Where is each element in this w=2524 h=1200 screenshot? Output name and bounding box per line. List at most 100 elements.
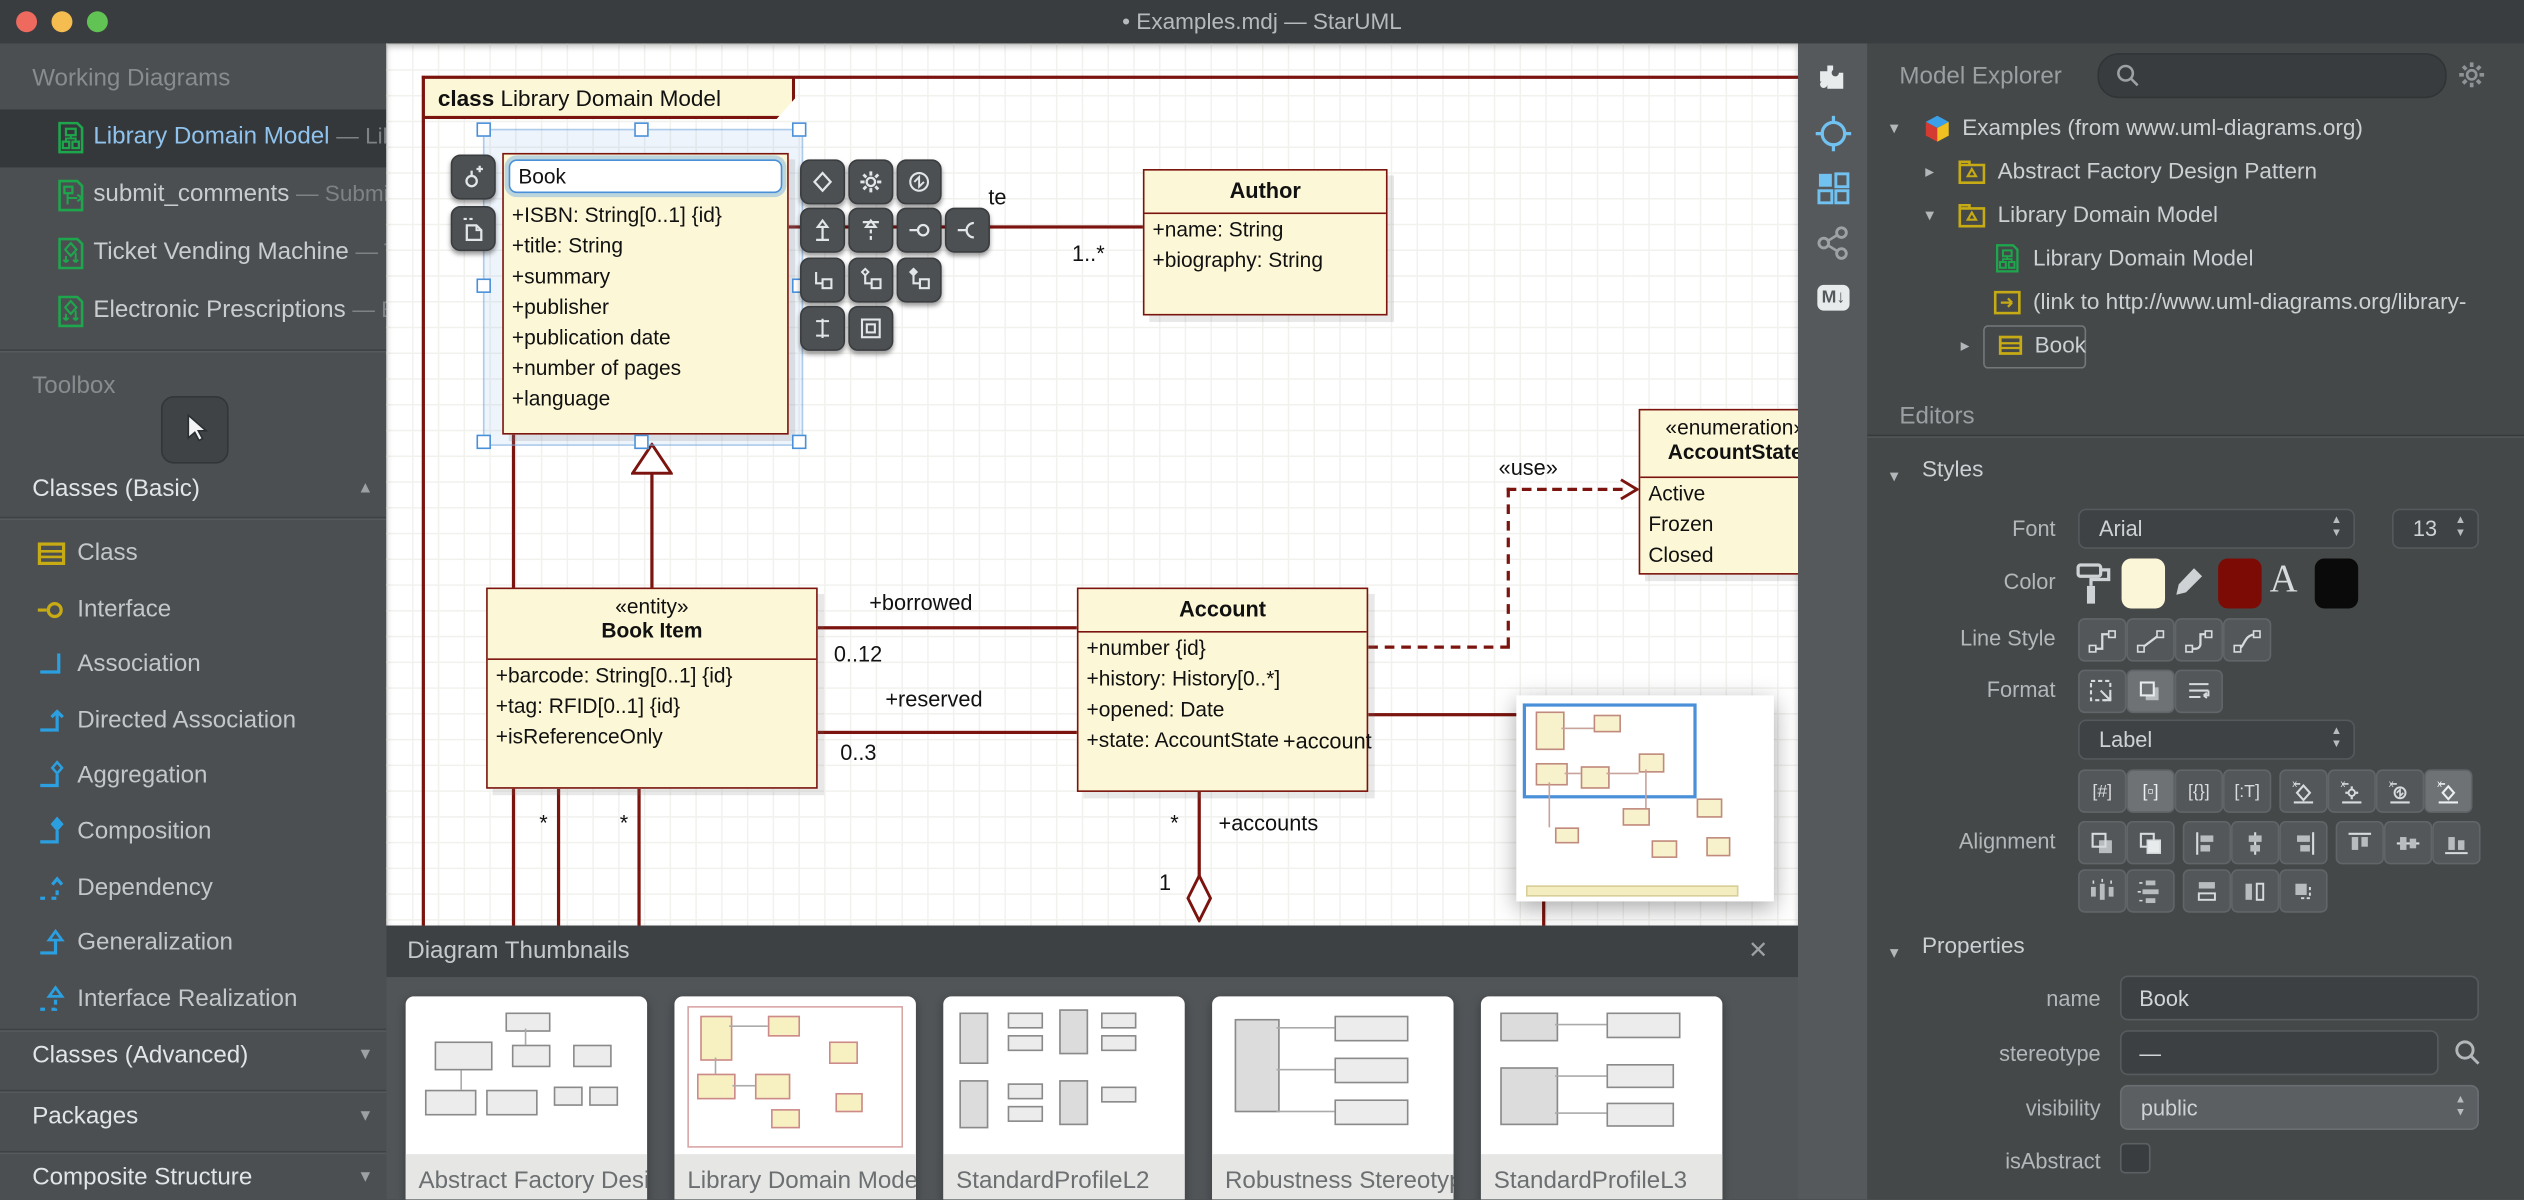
resize-handle[interactable]	[476, 434, 491, 450]
toolbox-section-composite-structure[interactable]: Composite Structure	[32, 1164, 252, 1191]
stereotype-input[interactable]	[2119, 1030, 2439, 1076]
collapse-arrow-icon[interactable]: ▼	[357, 1169, 373, 1187]
tree-item-hyperlink[interactable]: (link to http://www.uml-diagrams.org/lib…	[1867, 282, 2524, 325]
association-line[interactable]	[1542, 901, 1546, 926]
class-book-item[interactable]: «entity» Book Item +barcode: String[0..1…	[486, 587, 818, 789]
line-color-swatch[interactable]	[2218, 558, 2262, 609]
suppress-operations-button[interactable]: x	[2327, 769, 2376, 813]
resize-handle[interactable]	[791, 122, 807, 137]
association-line-borrowed[interactable]	[817, 626, 1077, 630]
working-diagram-item[interactable]: submit_comments — Submit	[0, 167, 386, 225]
tree-item-examples[interactable]: ▾ Examples (from www.uml-diagrams.org)	[1867, 108, 2524, 151]
add-generalization-button[interactable]	[800, 207, 846, 253]
add-port-button[interactable]	[800, 305, 846, 351]
align-center-button[interactable]	[2231, 820, 2280, 865]
class-name-edit-input[interactable]	[508, 159, 783, 194]
expand-icon[interactable]: ▾	[1925, 204, 1934, 225]
add-composited-class-button[interactable]	[896, 257, 942, 303]
toolbox-section-classes-advanced[interactable]: Classes (Advanced)	[32, 1041, 248, 1068]
show-property-button[interactable]: [▫]	[2126, 769, 2175, 813]
association-line-account[interactable]	[1368, 713, 1520, 717]
align-middle-button[interactable]	[2383, 820, 2433, 865]
line-style-curve-button[interactable]	[2222, 618, 2272, 662]
resize-handle[interactable]	[634, 434, 649, 450]
tool-aggregation[interactable]: Aggregation	[0, 753, 386, 801]
equal-height-button[interactable]	[2182, 869, 2232, 913]
properties-section-label[interactable]: Properties	[1922, 932, 2025, 958]
working-diagram-item[interactable]: Electronic Prescriptions — E	[0, 283, 386, 341]
add-associated-class-button[interactable]	[800, 257, 846, 303]
tool-composition[interactable]: Composition	[0, 810, 386, 858]
class-account[interactable]: Account +number {id} +history: History[0…	[1076, 587, 1369, 792]
tool-directed-association[interactable]: Directed Association	[0, 699, 386, 747]
thumbnail-library-domain-model[interactable]: Library Domain Model	[674, 996, 916, 1200]
resize-handle[interactable]	[634, 122, 649, 137]
font-family-select[interactable]: Arial ▲ ▼	[2078, 508, 2355, 549]
collapse-arrow-icon[interactable]: ▼	[357, 1046, 373, 1064]
send-to-back-button[interactable]	[2078, 820, 2127, 865]
line-style-rounded-rectilinear-button[interactable]	[2174, 618, 2223, 662]
dependency-line-use[interactable]	[1506, 487, 1623, 491]
search-input[interactable]	[2147, 59, 2436, 87]
tool-interface[interactable]: Interface	[0, 588, 386, 636]
resize-handle[interactable]	[476, 122, 491, 137]
aggregation-line-accounts[interactable]	[1197, 791, 1201, 876]
align-top-button[interactable]	[2335, 820, 2384, 865]
toolbox-section-packages[interactable]: Packages	[32, 1103, 138, 1130]
working-diagram-item[interactable]: Library Domain Model — Lib	[0, 109, 387, 168]
tool-interface-realization[interactable]: Interface Realization	[0, 977, 386, 1025]
suppress-receptions-button[interactable]: x	[2375, 769, 2425, 813]
format-auto-resize-button[interactable]	[2078, 669, 2127, 714]
class-author[interactable]: Author +name: String +biography: String	[1142, 169, 1388, 316]
name-input[interactable]	[2119, 975, 2479, 1021]
close-icon[interactable]: ✕	[1748, 935, 1768, 964]
extensions-button[interactable]	[1814, 60, 1853, 99]
collapse-arrow-icon[interactable]: ▲	[357, 480, 373, 498]
add-realization-button[interactable]	[848, 207, 894, 253]
tool-dependency[interactable]: Dependency	[0, 866, 386, 914]
tree-item-book[interactable]: ▸ Book	[1867, 325, 2524, 369]
collapse-icon[interactable]: ▾	[1890, 942, 1899, 962]
quick-settings-button[interactable]	[848, 159, 894, 205]
align-bottom-button[interactable]	[2432, 820, 2481, 865]
enumeration-account-state[interactable]: «enumeration» AccountState Active Frozen…	[1638, 408, 1799, 575]
suppress-attributes-button[interactable]: x	[2279, 769, 2328, 813]
show-constraint-button[interactable]: [{}]	[2174, 769, 2223, 813]
association-line[interactable]	[637, 788, 641, 926]
distribute-vertically-button[interactable]	[2126, 869, 2175, 913]
explorer-settings-button[interactable]	[2456, 60, 2487, 91]
add-required-interface-button[interactable]	[944, 207, 990, 253]
collapse-arrow-icon[interactable]: ▼	[357, 1107, 373, 1125]
expand-icon[interactable]: ▾	[1890, 118, 1899, 138]
tool-class[interactable]: Class	[0, 531, 386, 579]
diagram-preview-overlay[interactable]	[1516, 695, 1774, 902]
layout-button[interactable]	[1814, 169, 1853, 208]
dependency-line-use[interactable]	[1506, 487, 1510, 648]
quick-diamond-button[interactable]	[800, 159, 846, 205]
line-style-oblique-button[interactable]	[2126, 618, 2175, 662]
collapse-icon[interactable]: ▾	[1890, 465, 1899, 486]
select-tool-button[interactable]	[160, 395, 229, 464]
spinner-icon[interactable]: ▲ ▼	[2455, 1095, 2466, 1121]
expand-icon[interactable]: ▸	[1925, 161, 1934, 182]
styles-section-label[interactable]: Styles	[1922, 456, 1983, 482]
show-type-button[interactable]: [:T]	[2222, 769, 2272, 813]
add-aggregated-class-button[interactable]	[848, 257, 894, 303]
diagram-canvas[interactable]: class Library Domain Model +ISBN: String…	[386, 43, 1799, 926]
font-color-swatch[interactable]	[2314, 558, 2359, 609]
visibility-select[interactable]: public ▲ ▼	[2119, 1084, 2479, 1131]
quick-state-button[interactable]	[896, 159, 942, 205]
distribute-horizontally-button[interactable]	[2078, 869, 2127, 913]
add-provided-interface-button[interactable]	[450, 154, 496, 200]
class-book[interactable]: +ISBN: String[0..1] {id} +title: String …	[502, 152, 789, 435]
expand-icon[interactable]: ▸	[1961, 335, 1970, 355]
add-interface-button[interactable]	[896, 207, 942, 253]
stereotype-search-button[interactable]	[2453, 1038, 2482, 1067]
add-part-button[interactable]	[848, 305, 894, 351]
line-style-rectilinear-button[interactable]	[2078, 618, 2127, 662]
markdown-button[interactable]: M↓	[1814, 278, 1853, 317]
equal-width-button[interactable]	[2231, 869, 2280, 913]
bring-to-front-button[interactable]	[2126, 820, 2175, 865]
thumbnail-standard-profile-l2[interactable]: StandardProfileL2	[943, 996, 1185, 1200]
spinner-icon[interactable]: ▲ ▼	[2331, 726, 2342, 752]
